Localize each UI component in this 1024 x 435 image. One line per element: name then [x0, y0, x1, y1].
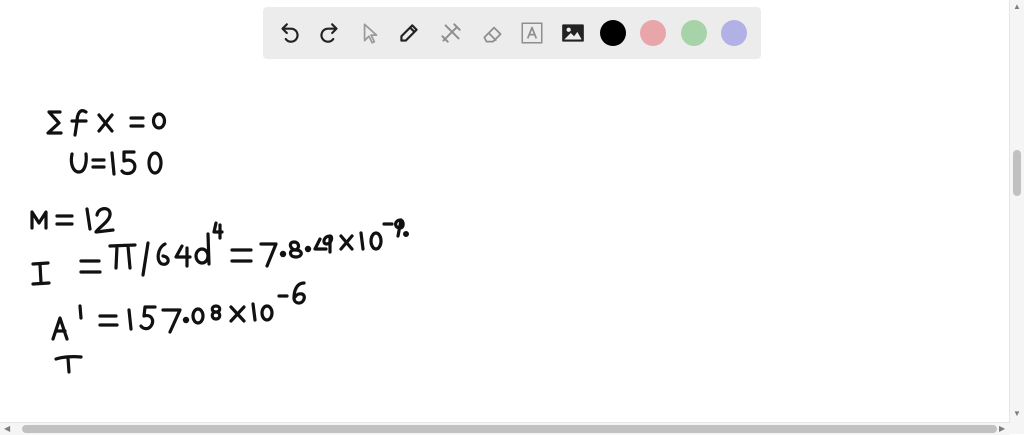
handwritten-notes — [30, 109, 410, 374]
vertical-scroll-thumb[interactable] — [1013, 150, 1021, 196]
horizontal-scrollbar[interactable]: ◀ ▶ — [0, 422, 1010, 435]
redo-icon[interactable] — [314, 17, 346, 49]
handwriting-m-12 — [30, 207, 115, 234]
pen-icon[interactable] — [393, 17, 425, 49]
handwriting-v-150 — [69, 150, 163, 176]
drawing-toolbar — [263, 7, 761, 59]
scroll-right-icon[interactable]: ▶ — [999, 425, 1005, 433]
color-swatch-black[interactable] — [600, 20, 626, 46]
eraser-icon[interactable] — [477, 17, 509, 49]
color-swatch-lavender[interactable] — [721, 20, 747, 46]
undo-icon[interactable] — [273, 17, 305, 49]
scrollbar-corner — [1010, 422, 1024, 434]
tools-icon[interactable] — [435, 17, 467, 49]
color-swatch-green[interactable] — [681, 20, 707, 46]
horizontal-scroll-thumb[interactable] — [22, 425, 997, 433]
scroll-up-icon[interactable]: ▲ — [1013, 3, 1021, 11]
whiteboard-canvas[interactable] — [0, 60, 1010, 422]
scroll-left-icon[interactable]: ◀ — [4, 425, 10, 433]
text-icon[interactable] — [516, 17, 548, 49]
image-icon[interactable] — [557, 17, 589, 49]
scroll-down-icon[interactable]: ▼ — [1013, 410, 1021, 418]
pointer-icon[interactable] — [354, 17, 386, 49]
handwriting-t — [54, 355, 83, 374]
handwriting-area — [51, 281, 306, 341]
vertical-scrollbar[interactable]: ▲ ▼ — [1009, 0, 1024, 422]
handwriting-sum-fx — [46, 109, 167, 137]
color-swatch-pink[interactable] — [640, 20, 666, 46]
